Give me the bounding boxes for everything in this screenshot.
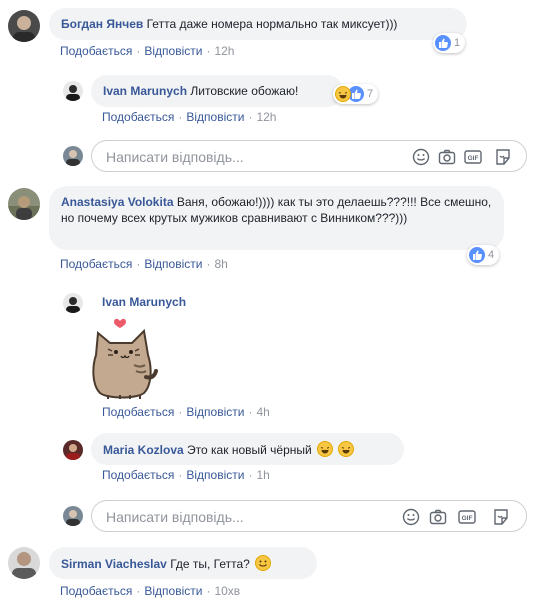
- comment-text: Гетта даже номера нормально так миксует)…: [146, 17, 398, 31]
- reactions-count: 4: [488, 249, 495, 261]
- smiling-face-emoji-icon: [255, 555, 272, 571]
- haha-icon: [335, 86, 351, 102]
- comment-bubble: Sirman Viacheslav Где ты, Гетта?: [49, 547, 317, 579]
- timestamp[interactable]: 12h: [214, 44, 234, 58]
- like-link[interactable]: Подобається: [60, 257, 132, 271]
- timestamp[interactable]: 8h: [214, 257, 227, 271]
- comment-bubble: Anastasiya Volokita Ваня, обожаю!)))) ка…: [49, 186, 504, 250]
- reactions-count: 7: [367, 88, 374, 100]
- like-link[interactable]: Подобається: [60, 44, 132, 58]
- avatar-sirman[interactable]: [8, 547, 40, 579]
- like-link[interactable]: Подобається: [102, 110, 174, 124]
- comment-text: Где ты, Гетта?: [170, 557, 250, 571]
- grinning-sweat-emoji-icon: [338, 441, 355, 457]
- svg-text:GIF: GIF: [462, 515, 473, 522]
- comment-actions: Подобається · Відповісти · 4h: [102, 405, 270, 419]
- like-icon: [435, 35, 451, 51]
- reply-link[interactable]: Відповісти: [144, 584, 202, 598]
- reactions-badge[interactable]: 4: [467, 245, 500, 265]
- reactions-badge[interactable]: 1: [433, 33, 466, 53]
- avatar-ivan[interactable]: [63, 81, 83, 101]
- comment-author[interactable]: Maria Kozlova: [103, 443, 184, 457]
- comment-actions: Подобається · Відповісти · 12h: [102, 110, 277, 124]
- avatar-current-user: [63, 506, 83, 526]
- timestamp[interactable]: 1h: [256, 468, 269, 482]
- comment-text: Это как новый чёрный: [187, 443, 312, 457]
- reply-link[interactable]: Відповісти: [144, 257, 202, 271]
- like-icon: [469, 247, 485, 263]
- reply-input[interactable]: [104, 148, 384, 166]
- comment-author[interactable]: Ivan Marunych: [102, 295, 186, 309]
- reply-box: GIF: [91, 500, 527, 532]
- sticker-icon[interactable]: [492, 508, 510, 526]
- reply-link[interactable]: Відповісти: [186, 110, 244, 124]
- reply-link[interactable]: Відповісти: [144, 44, 202, 58]
- comment-bubble: Богдан Янчев Гетта даже номера нормально…: [49, 8, 467, 40]
- reply-link[interactable]: Відповісти: [186, 405, 244, 419]
- avatar-maria[interactable]: [63, 440, 83, 460]
- sticker-icon[interactable]: [494, 148, 512, 166]
- comment-bubble: Maria Kozlova Это как новый чёрный: [91, 433, 404, 465]
- gif-icon[interactable]: GIF: [458, 508, 476, 526]
- reply-link[interactable]: Відповісти: [186, 468, 244, 482]
- emoji-icon[interactable]: [412, 148, 430, 166]
- comment-actions: Подобається · Відповісти · 10хв: [60, 584, 241, 598]
- avatar-current-user: [63, 146, 83, 166]
- grinning-sweat-emoji-icon: [317, 441, 334, 457]
- camera-icon[interactable]: [429, 508, 447, 526]
- reply-box: GIF: [91, 140, 527, 172]
- timestamp[interactable]: 4h: [256, 405, 269, 419]
- pusheen-cat-sticker: [86, 315, 162, 401]
- reply-input[interactable]: [104, 508, 384, 526]
- svg-text:GIF: GIF: [468, 155, 479, 162]
- comment-author[interactable]: Sirman Viacheslav: [61, 557, 167, 571]
- timestamp[interactable]: 12h: [256, 110, 276, 124]
- reactions-badge[interactable]: 7: [333, 84, 379, 104]
- like-link[interactable]: Подобається: [102, 468, 174, 482]
- timestamp[interactable]: 10хв: [214, 584, 240, 598]
- comment-actions: Подобається · Відповісти · 1h: [102, 468, 270, 482]
- comment-author[interactable]: Ivan Marunych: [103, 84, 187, 98]
- reactions-count: 1: [454, 37, 461, 49]
- comment-actions: Подобається · Відповісти · 8h: [60, 257, 228, 271]
- avatar-anastasiya[interactable]: [8, 188, 40, 220]
- avatar-ivan[interactable]: [63, 293, 83, 313]
- comment-text: Литовские обожаю!: [190, 84, 299, 98]
- comment-bubble: Ivan Marunych Литовские обожаю!: [91, 75, 343, 107]
- comment-author[interactable]: Anastasiya Volokita: [61, 195, 174, 209]
- like-link[interactable]: Подобається: [102, 405, 174, 419]
- like-link[interactable]: Подобається: [60, 584, 132, 598]
- comment-actions: Подобається · Відповісти · 12h: [60, 44, 235, 58]
- emoji-icon[interactable]: [402, 508, 420, 526]
- comment-author[interactable]: Богдан Янчев: [61, 17, 143, 31]
- gif-icon[interactable]: GIF: [464, 148, 482, 166]
- avatar-bogdan[interactable]: [8, 10, 40, 42]
- camera-icon[interactable]: [438, 148, 456, 166]
